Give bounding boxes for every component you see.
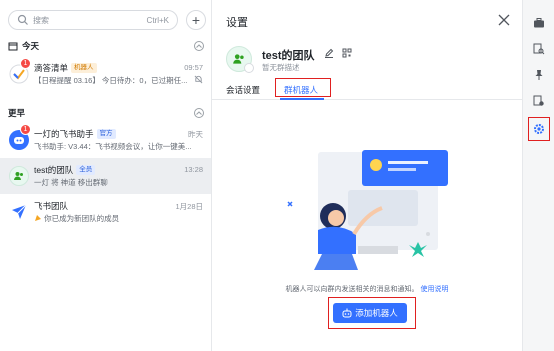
section-earlier: 更早 bbox=[8, 106, 204, 120]
plus-icon: + bbox=[191, 12, 201, 28]
file-settings-icon[interactable] bbox=[532, 94, 546, 108]
section-today: 今天 bbox=[8, 39, 204, 53]
group-description: 暂无群描述 bbox=[262, 63, 300, 72]
chat-list-panel: 搜索 Ctrl+K + 今天 1 滴答清单 机器人 09:57 【日程提醒 03… bbox=[0, 0, 212, 351]
settings-gear-icon[interactable] bbox=[532, 122, 546, 136]
all-members-tag: 全员 bbox=[76, 165, 96, 175]
chat-time: 昨天 bbox=[188, 130, 203, 139]
help-link[interactable]: 使用说明 bbox=[420, 286, 448, 293]
mute-bell-icon bbox=[194, 75, 203, 84]
chat-name: test的团队 全员 bbox=[34, 164, 96, 176]
bot-description-text: 机器人可以向群内发送相关的消息和通知。 bbox=[285, 286, 419, 293]
chat-item-test-team[interactable]: test的团队 全员 13:28 一灯 将 神道 移出群聊 bbox=[0, 158, 211, 194]
chat-preview: 飞书助手: V3.44：飞书视频会议，让你一键美... bbox=[34, 142, 192, 151]
collapse-earlier-icon[interactable] bbox=[194, 108, 204, 118]
bot-tag: 机器人 bbox=[71, 63, 97, 73]
chat-preview: 你已成为新团队的成员 bbox=[34, 213, 194, 224]
chat-name-text: 飞书团队 bbox=[34, 201, 69, 211]
group-name: test的团队 bbox=[262, 50, 315, 62]
side-toolbar bbox=[522, 0, 554, 351]
chat-item-feishu-team[interactable]: 飞书团队 1月28日 你已成为新团队的成员 bbox=[0, 194, 211, 230]
bot-description: 机器人可以向群内发送相关的消息和通知。 使用说明 bbox=[212, 284, 522, 294]
calendar-icon bbox=[8, 42, 18, 51]
section-today-label: 今天 bbox=[22, 41, 40, 51]
chat-name: 一灯的飞书助手 官方 bbox=[34, 128, 116, 140]
collapse-today-icon[interactable] bbox=[194, 41, 204, 51]
search-box[interactable]: 搜索 Ctrl+K bbox=[8, 10, 178, 30]
chat-time: 09:57 bbox=[184, 63, 203, 72]
chat-name-text: 滴答清单 bbox=[34, 63, 69, 73]
highlight-box-tab bbox=[275, 78, 331, 97]
create-button[interactable]: + bbox=[186, 10, 206, 30]
chat-preview-text: 你已成为新团队的成员 bbox=[44, 214, 120, 223]
unread-badge: 1 bbox=[20, 58, 31, 69]
close-icon[interactable] bbox=[498, 14, 510, 26]
chat-name: 滴答清单 机器人 bbox=[34, 62, 97, 74]
edit-pencil-icon[interactable] bbox=[324, 48, 334, 58]
search-shortcut: Ctrl+K bbox=[146, 15, 169, 25]
group-avatar bbox=[9, 166, 29, 186]
briefcase-icon[interactable] bbox=[532, 16, 546, 30]
chat-name-text: 一灯的飞书助手 bbox=[34, 129, 94, 139]
party-icon bbox=[35, 215, 41, 221]
add-bot-label: 添加机器人 bbox=[355, 308, 398, 318]
add-bot-button[interactable]: 添加机器人 bbox=[333, 303, 407, 323]
tab-chat-settings[interactable]: 会话设置 bbox=[226, 84, 260, 96]
section-earlier-label: 更早 bbox=[8, 108, 26, 118]
search-placeholder: 搜索 bbox=[33, 15, 49, 25]
official-tag: 官方 bbox=[96, 129, 116, 139]
chat-item-dida[interactable]: 1 滴答清单 机器人 09:57 【日程提醒 03.16】 今日待办：0，已过期… bbox=[0, 56, 211, 92]
settings-title: 设置 bbox=[226, 17, 248, 29]
bot-icon bbox=[342, 308, 352, 318]
active-tab-indicator bbox=[280, 98, 324, 100]
chat-name-text: test的团队 bbox=[34, 165, 74, 175]
chat-time: 13:28 bbox=[184, 165, 203, 174]
chat-preview: 【日程提醒 03.16】 今日待办：0，已过期任... bbox=[34, 76, 188, 85]
avatar-edit-icon[interactable] bbox=[244, 63, 254, 73]
unread-badge: 1 bbox=[20, 124, 31, 135]
search-doc-icon[interactable] bbox=[532, 42, 546, 56]
search-icon bbox=[17, 14, 28, 25]
chat-name: 飞书团队 bbox=[34, 200, 68, 212]
settings-tabs: 会话设置 群机器人 bbox=[212, 82, 522, 100]
chat-item-assistant[interactable]: 1 一灯的飞书助手 官方 昨天 飞书助手: V3.44：飞书视频会议，让你一键美… bbox=[0, 122, 211, 158]
bot-illustration bbox=[287, 150, 448, 270]
settings-panel: 设置 test的团队 暂无群描述 会话设置 群机器人 机器人可以向群内发送相关的… bbox=[212, 0, 522, 351]
chat-time: 1月28日 bbox=[175, 202, 203, 211]
feishu-avatar bbox=[9, 202, 29, 222]
qr-code-icon[interactable] bbox=[342, 48, 352, 58]
chat-preview: 一灯 将 神道 移出群聊 bbox=[34, 178, 108, 187]
pin-icon[interactable] bbox=[532, 68, 546, 82]
